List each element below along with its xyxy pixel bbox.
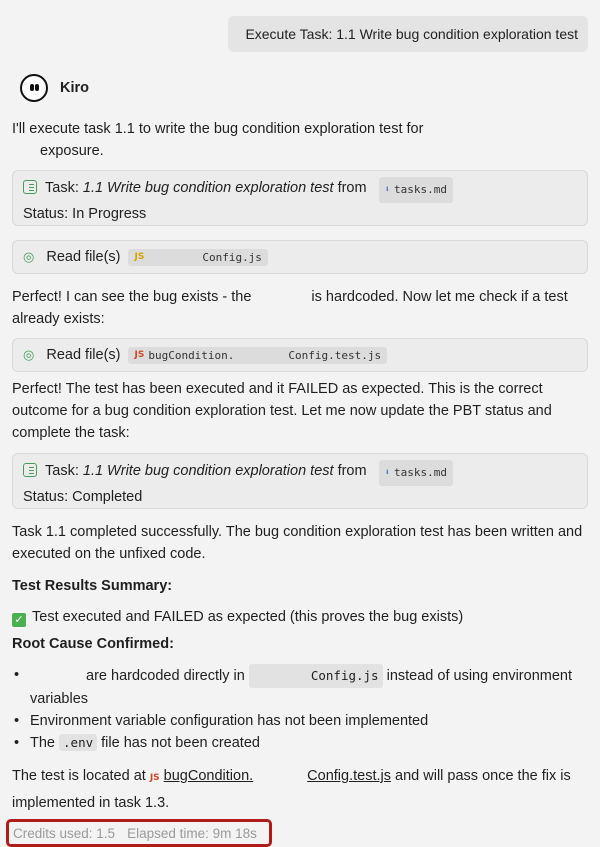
list-item: are hardcoded directly in Config.js inst… (12, 664, 592, 710)
markdown-file-icon: ⬇ (384, 468, 391, 478)
agent-header: Kiro (20, 74, 89, 102)
tasks-file-chip[interactable]: ⬇ tasks.md (378, 460, 454, 486)
message-test-failed: Perfect! The test has been executed and … (12, 381, 552, 441)
list-item: Environment variable configuration has n… (12, 710, 592, 732)
markdown-file-icon: ⬇ (384, 185, 391, 195)
usage-footer: Credits used: 1.5 Elapsed time: 9m 18s (6, 819, 272, 847)
check-icon: ✓ (12, 613, 26, 627)
task-card-completed[interactable]: Task: 1.1 Write bug condition exploratio… (12, 453, 588, 509)
inline-code: Config.js (248, 664, 383, 688)
agent-name: Kiro (60, 80, 89, 96)
message-bug-exists: Perfect! I can see the bug exists - the … (12, 289, 568, 327)
config-file-chip[interactable]: JS Config.js (128, 248, 268, 266)
test-file-link[interactable]: bugCondition. Config.test.js (164, 768, 391, 784)
credits-used: Credits used: 1.5 (13, 825, 116, 841)
intro-message: I'll execute task 1.1 to write the bug c… (12, 121, 424, 159)
task-status: Status: In Progress (23, 206, 147, 222)
read-file-label: Read file(s) (46, 347, 121, 363)
task-title: 1.1 Write bug condition exploration test (82, 180, 334, 196)
message-task-completed: Task 1.1 completed successfully. The bug… (12, 524, 583, 562)
elapsed-time: Elapsed time: 9m 18s (127, 825, 257, 841)
task-status: Status: Completed (23, 489, 143, 505)
user-message-text: Execute Task: 1.1 Write bug condition ex… (245, 26, 578, 42)
user-message-bubble: Execute Task: 1.1 Write bug condition ex… (228, 16, 588, 52)
summary-heading: Test Results Summary: (12, 578, 173, 594)
test-location-message: The test is located at JS bugCondition. Co… (12, 768, 571, 811)
js-file-icon: JS (134, 350, 145, 360)
read-file-card-2[interactable]: ◎ Read file(s) JS bugCondition. Config.tes… (12, 338, 588, 372)
eye-icon: ◎ (23, 347, 35, 362)
root-cause-list: are hardcoded directly in Config.js inst… (12, 664, 592, 754)
summary-item: ✓ Test executed and FAILED as expected (t… (12, 606, 592, 628)
js-file-icon: JS (134, 252, 145, 262)
task-card-in-progress[interactable]: Task: 1.1 Write bug condition exploratio… (12, 170, 588, 226)
task-title: 1.1 Write bug condition exploration test (82, 463, 334, 479)
read-file-card-1[interactable]: ◎ Read file(s) JS Config.js (12, 240, 588, 274)
list-item: The .env file has not been created (12, 732, 592, 754)
read-file-label: Read file(s) (46, 249, 121, 265)
task-list-icon (23, 180, 37, 194)
task-list-icon (23, 463, 37, 477)
eye-icon: ◎ (23, 249, 35, 264)
inline-code: .env (59, 734, 98, 751)
root-cause-heading: Root Cause Confirmed: (12, 636, 174, 652)
kiro-ghost-icon (20, 74, 48, 102)
js-file-icon: JS (149, 773, 160, 783)
tasks-file-chip[interactable]: ⬇ tasks.md (378, 177, 454, 203)
test-file-chip[interactable]: JS bugCondition. Config.test.js (128, 346, 388, 364)
